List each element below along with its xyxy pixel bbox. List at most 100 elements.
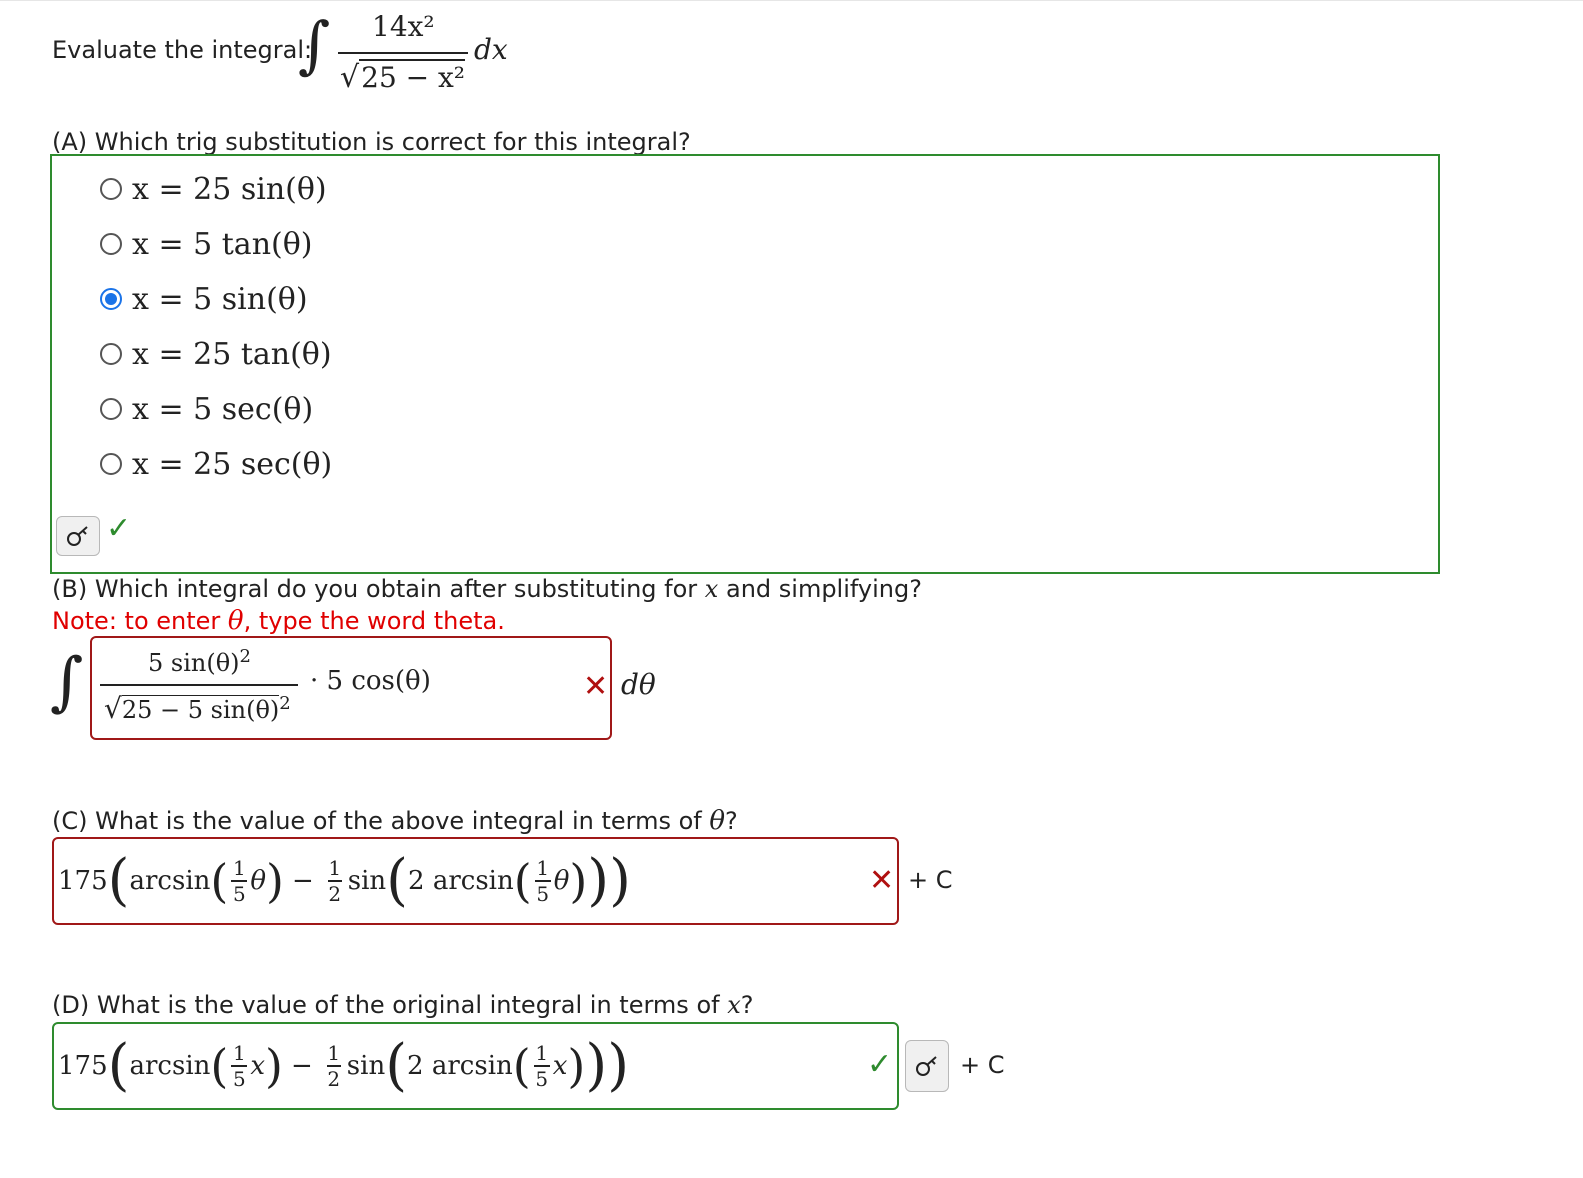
c-paren-close: ) — [609, 848, 632, 913]
d-half-den: 2 — [327, 1066, 341, 1091]
integral-differential: dx — [474, 33, 508, 66]
note-text: Note: to enter — [52, 607, 221, 635]
c-var: θ — [553, 866, 570, 896]
c-two-arcsin: 2 arcsin — [408, 866, 514, 896]
radio-button[interactable] — [100, 343, 122, 365]
integral-sign: ∫ — [50, 645, 84, 719]
c-arcsin: arcsin — [129, 866, 211, 896]
c-fraction: 1 5 — [534, 856, 551, 906]
denominator-radicand: 25 − x² — [359, 59, 466, 94]
option-5[interactable]: x = 5 sec(θ) — [100, 389, 313, 429]
radio-button[interactable] — [100, 233, 122, 255]
note-theta-symbol: θ — [227, 606, 244, 636]
c-paren-open: ( — [513, 854, 532, 908]
question-text: and simplifying? — [725, 575, 922, 603]
option-label: x = 25 sin(θ) — [132, 171, 327, 207]
d-two-arcsin: 2 arcsin — [407, 1051, 513, 1081]
c-half-num: 1 — [328, 856, 342, 881]
c-paren-open: ( — [386, 848, 409, 913]
c-plus-c: + C — [908, 866, 953, 894]
question-text: (B) Which integral do you obtain after s… — [52, 575, 698, 603]
d-frac-num: 1 — [232, 1041, 246, 1066]
question-variable: θ — [709, 806, 726, 836]
part-a-question: (A) Which trig substitution is correct f… — [52, 128, 691, 156]
b-numerator-exp: 2 — [239, 646, 251, 667]
b-differential: dθ — [621, 668, 656, 701]
integrand-numerator: 14x² — [372, 10, 435, 43]
b-denominator: √25 − 5 sin(θ)2 — [104, 692, 291, 725]
option-6[interactable]: x = 25 sec(θ) — [100, 444, 332, 484]
c-frac-den: 5 — [536, 881, 550, 906]
c-minus: − — [291, 866, 314, 896]
c-paren-close: ) — [266, 854, 284, 908]
show-answer-button[interactable] — [56, 516, 100, 556]
c-expression: 175 ( arcsin ( 1 5 θ ) − 1 2 sin ( 2 arc… — [58, 846, 631, 916]
d-frac-num: 1 — [535, 1041, 549, 1066]
check-icon: ✓ — [867, 1047, 893, 1082]
b-denominator-exp: 2 — [279, 693, 291, 714]
d-paren-open: ( — [512, 1039, 531, 1093]
prompt-label: Evaluate the integral: — [52, 36, 313, 64]
top-divider — [0, 0, 1583, 1]
question-variable: x — [704, 575, 719, 603]
part-d-question: (D) What is the value of the original in… — [52, 991, 754, 1019]
d-var: x — [250, 1051, 266, 1081]
d-half: 1 2 — [326, 1041, 341, 1091]
d-minus: − — [290, 1051, 313, 1081]
theta-note: Note: to enter θ, type the word theta. — [52, 606, 505, 636]
question-variable: x — [727, 991, 741, 1019]
c-half-den: 2 — [328, 881, 342, 906]
c-paren-open: ( — [210, 854, 229, 908]
b-fraction-bar — [100, 684, 298, 686]
d-paren-close: ) — [567, 1039, 586, 1093]
d-paren-close: ) — [265, 1039, 283, 1093]
incorrect-icon: ✕ — [583, 669, 609, 704]
option-4[interactable]: x = 25 tan(θ) — [100, 334, 332, 374]
c-half: 1 2 — [327, 856, 342, 906]
option-label: x = 25 tan(θ) — [132, 336, 332, 372]
key-icon — [916, 1056, 937, 1076]
radio-button[interactable] — [100, 178, 122, 200]
c-sin: sin — [347, 866, 387, 896]
option-3[interactable]: x = 5 sin(θ) — [100, 279, 308, 319]
d-paren-close: ) — [585, 1033, 608, 1098]
incorrect-icon: ✕ — [869, 863, 895, 898]
option-label: x = 5 sec(θ) — [132, 391, 314, 427]
b-denominator-radicand: 25 − 5 sin(θ) — [121, 695, 280, 724]
c-paren-open: ( — [107, 848, 130, 913]
d-paren-open: ( — [385, 1033, 408, 1098]
part-c-question: (C) What is the value of the above integ… — [52, 806, 738, 836]
option-1[interactable]: x = 25 sin(θ) — [100, 169, 327, 209]
d-sin: sin — [346, 1051, 386, 1081]
option-label: x = 5 sin(θ) — [132, 281, 308, 317]
c-coef: 175 — [58, 866, 108, 896]
c-paren-close: ) — [587, 848, 610, 913]
c-frac-num: 1 — [232, 856, 246, 881]
question-text: ? — [725, 807, 738, 835]
option-label: x = 5 tan(θ) — [132, 226, 313, 262]
question-text: (D) What is the value of the original in… — [52, 991, 720, 1019]
question-text: ? — [740, 991, 754, 1019]
c-paren-close: ) — [569, 854, 588, 908]
c-fraction: 1 5 — [231, 856, 248, 906]
d-expression: 175 ( arcsin ( 1 5 x ) − 1 2 sin ( 2 arc… — [58, 1031, 629, 1101]
question-text: (C) What is the value of the above integ… — [52, 807, 702, 835]
b-factor: · 5 cos(θ) — [310, 666, 431, 696]
c-frac-den: 5 — [232, 881, 246, 906]
c-frac-num: 1 — [536, 856, 550, 881]
note-text: , type the word theta. — [243, 607, 505, 635]
b-numerator-text: 5 sin(θ) — [148, 649, 240, 677]
d-paren-open: ( — [107, 1033, 130, 1098]
d-fraction: 1 5 — [533, 1041, 550, 1091]
option-label: x = 25 sec(θ) — [132, 446, 333, 482]
d-fraction: 1 5 — [231, 1041, 248, 1091]
show-answer-button[interactable] — [905, 1040, 949, 1092]
radio-button-selected[interactable] — [100, 288, 122, 310]
option-2[interactable]: x = 5 tan(θ) — [100, 224, 312, 264]
radio-button[interactable] — [100, 398, 122, 420]
radio-button[interactable] — [100, 453, 122, 475]
d-paren-open: ( — [210, 1039, 229, 1093]
d-plus-c: + C — [960, 1051, 1005, 1079]
d-arcsin: arcsin — [129, 1051, 211, 1081]
d-paren-close: ) — [607, 1033, 630, 1098]
